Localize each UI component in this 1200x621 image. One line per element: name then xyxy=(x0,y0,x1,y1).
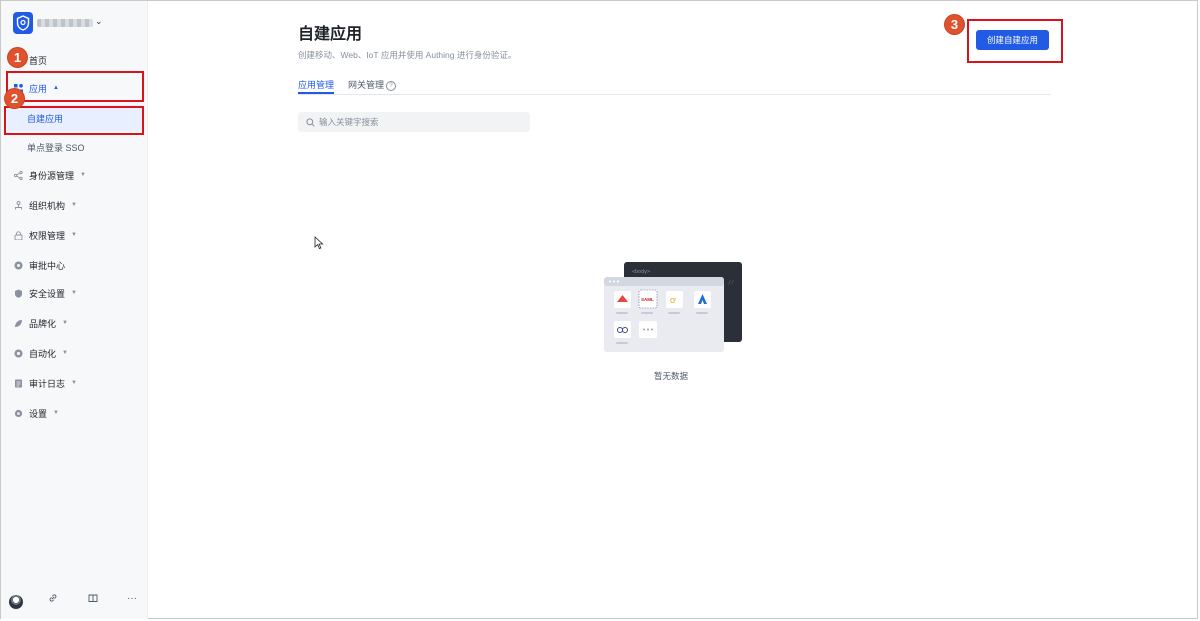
sidebar-item-label: 审计日志 xyxy=(29,378,66,389)
code-tag-text: <body> xyxy=(632,269,650,275)
search-icon xyxy=(306,117,315,127)
sidebar-item-label: 审批中心 xyxy=(29,260,66,271)
annotation-box-3 xyxy=(967,19,1063,63)
sidebar-item-branding[interactable]: 品牌化 ▼ xyxy=(1,312,148,334)
org-name-blurred[interactable] xyxy=(37,19,93,27)
chevron-down-icon: ▼ xyxy=(62,350,68,356)
search-box[interactable] xyxy=(298,112,530,132)
sidebar-item-audit-log[interactable]: 审计日志 ▼ xyxy=(1,372,148,394)
svg-text:ơ: ơ xyxy=(670,295,676,305)
chevron-down-icon: ▼ xyxy=(53,410,59,416)
sidebar-item-label: 首页 xyxy=(29,55,48,66)
lock-icon xyxy=(13,230,23,240)
tab-app-management[interactable]: 应用管理 xyxy=(298,78,334,91)
approval-icon xyxy=(13,260,23,270)
authing-logo-icon[interactable] xyxy=(13,12,33,34)
sidebar-item-security[interactable]: 安全设置 ▼ xyxy=(1,282,148,304)
tab-gateway-management[interactable]: 网关管理? xyxy=(348,78,397,91)
sidebar-item-automation[interactable]: 自动化 ▼ xyxy=(1,342,148,364)
saml-logo-text: SAML xyxy=(641,297,654,302)
tab-bar: 应用管理 网关管理? xyxy=(298,76,1050,95)
active-tab-indicator xyxy=(298,92,334,94)
sidebar-item-settings[interactable]: 设置 ▼ xyxy=(1,402,148,424)
more-icon[interactable]: ··· xyxy=(127,593,137,604)
sidebar-item-organization[interactable]: 组织机构 ▼ xyxy=(1,194,148,216)
empty-state-text: 暂无数据 xyxy=(654,371,689,381)
sidebar-item-label: 权限管理 xyxy=(29,230,66,241)
org-icon xyxy=(13,200,23,210)
chevron-down-icon: ▼ xyxy=(71,290,77,296)
chevron-down-icon: ▼ xyxy=(71,380,77,386)
sidebar-footer: ··· xyxy=(1,591,148,615)
chevron-down-icon: ▼ xyxy=(80,172,86,178)
link-icon[interactable] xyxy=(48,593,58,606)
settings-icon xyxy=(13,408,23,418)
avatar[interactable] xyxy=(9,595,23,609)
annotation-badge-1: 1 xyxy=(8,48,27,67)
page-description: 创建移动、Web、IoT 应用并使用 Authing 进行身份验证。 xyxy=(298,50,517,60)
svg-text://: // xyxy=(728,280,734,286)
sidebar-item-label: 安全设置 xyxy=(29,288,66,299)
search-input[interactable] xyxy=(319,117,519,127)
shield-icon xyxy=(13,288,23,298)
sidebar-item-permissions[interactable]: 权限管理 ▼ xyxy=(1,224,148,246)
automation-icon xyxy=(13,348,23,358)
mouse-cursor-icon xyxy=(314,236,324,250)
empty-state-illustration: <body> // SAML ơ xyxy=(604,262,742,352)
chevron-down-icon: ▼ xyxy=(71,232,77,238)
sidebar-item-label: 身份源管理 xyxy=(29,170,75,181)
main-content: 自建应用 创建移动、Web、IoT 应用并使用 Authing 进行身份验证。 … xyxy=(298,0,1050,619)
annotation-badge-2: 2 xyxy=(5,89,24,108)
book-icon[interactable] xyxy=(88,593,98,606)
brand-icon xyxy=(13,318,23,328)
chevron-down-icon: ▼ xyxy=(62,320,68,326)
sidebar-item-label: 设置 xyxy=(29,408,48,419)
share-icon xyxy=(13,170,23,180)
annotation-badge-3: 3 xyxy=(945,15,964,34)
question-circle-icon[interactable]: ? xyxy=(386,81,397,91)
chevron-down-icon: ▼ xyxy=(71,202,77,208)
sidebar-item-identity-sources[interactable]: 身份源管理 ▼ xyxy=(1,164,148,186)
sidebar-subitem-sso[interactable]: 单点登录 SSO xyxy=(27,141,85,154)
tab-label: 网关管理 xyxy=(348,80,385,90)
audit-log-icon xyxy=(13,378,23,388)
page-title: 自建应用 xyxy=(298,26,363,43)
sidebar-item-label: 自动化 xyxy=(29,348,57,359)
org-switch-chevron-icon[interactable]: ⌄ xyxy=(95,16,103,27)
annotation-box-1 xyxy=(6,71,144,102)
sidebar-item-label: 组织机构 xyxy=(29,200,66,211)
sidebar-item-approval-center[interactable]: 审批中心 xyxy=(1,254,148,276)
sidebar-item-label: 品牌化 xyxy=(29,318,57,329)
annotation-box-2 xyxy=(4,106,144,135)
